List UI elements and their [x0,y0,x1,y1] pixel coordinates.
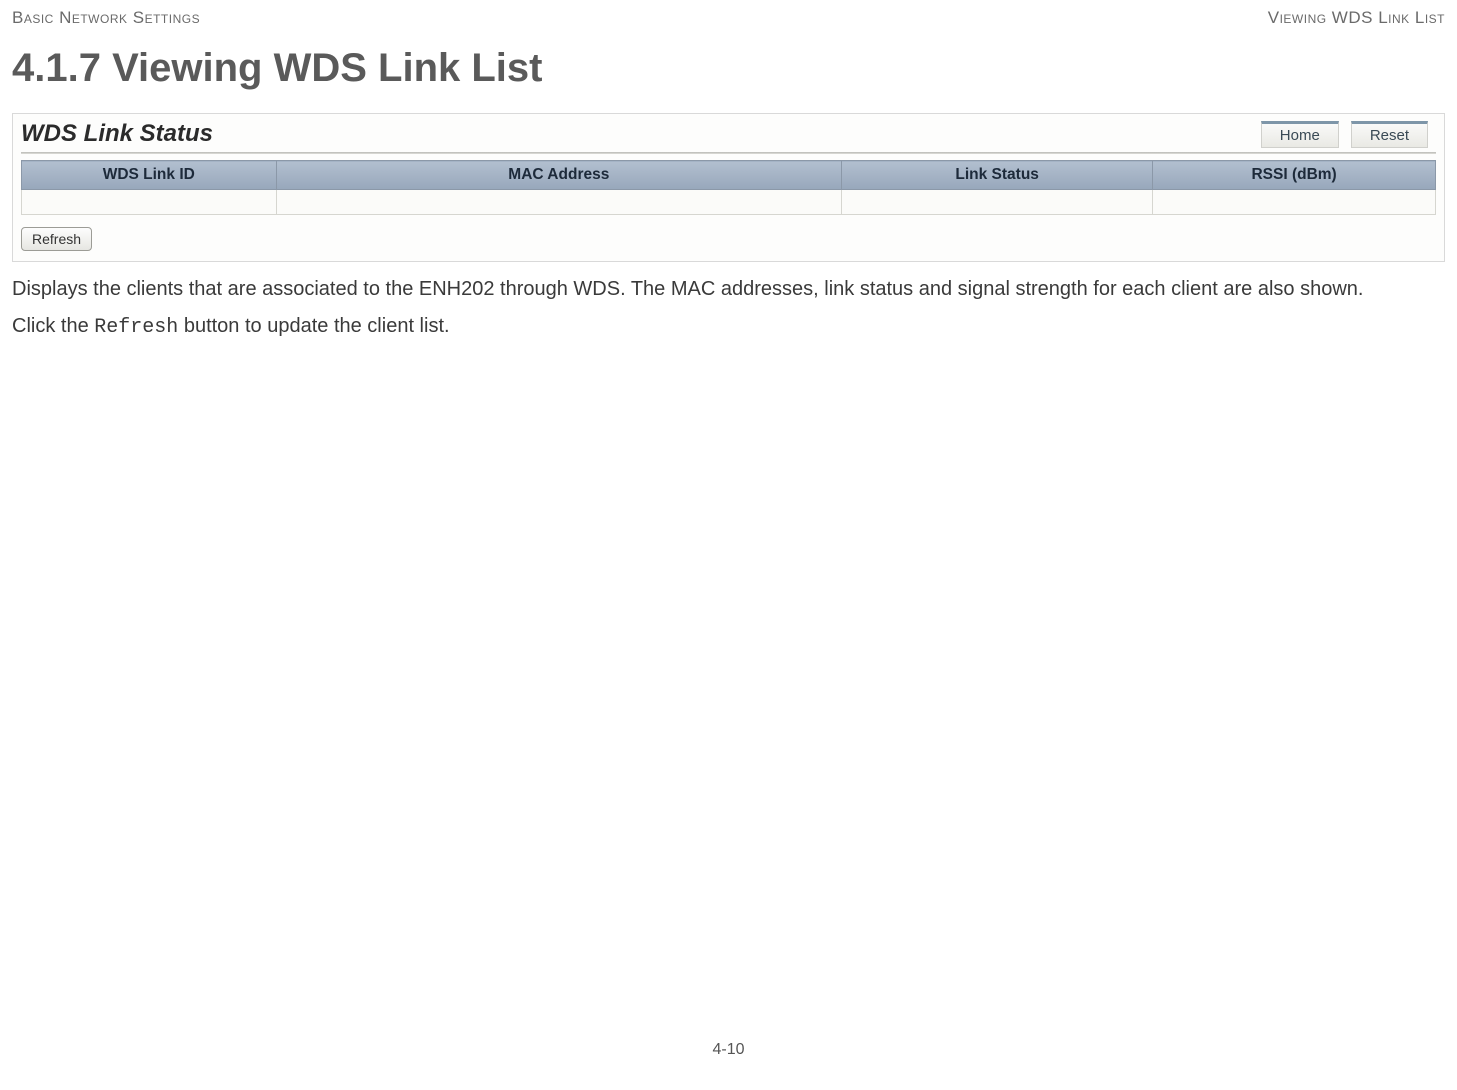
running-head-right: Viewing WDS Link List [1268,8,1445,28]
page-number: 4-10 [12,1041,1445,1059]
home-button[interactable]: Home [1261,121,1339,148]
refresh-code: Refresh [94,316,178,339]
wds-screenshot: WDS Link Status Home Reset WDS Link ID M… [12,113,1445,262]
col-link-status: Link Status [842,161,1153,190]
panel-title: WDS Link Status [21,120,213,148]
wds-table: WDS Link ID MAC Address Link Status RSSI… [21,160,1436,215]
reset-button[interactable]: Reset [1351,121,1428,148]
instruction-post: button to update the client list. [178,315,449,337]
instruction-pre: Click the [12,315,94,337]
col-wds-link-id: WDS Link ID [22,161,277,190]
page-title: 4.1.7 Viewing WDS Link List [12,46,1445,91]
table-row [22,190,1436,215]
col-mac-address: MAC Address [276,161,842,190]
divider [21,152,1436,154]
col-rssi: RSSI (dBm) [1153,161,1436,190]
running-head-left: Basic Network Settings [12,8,200,28]
description-paragraph: Displays the clients that are associated… [12,276,1445,303]
instruction-paragraph: Click the Refresh button to update the c… [12,313,1445,341]
refresh-button[interactable]: Refresh [21,227,92,251]
